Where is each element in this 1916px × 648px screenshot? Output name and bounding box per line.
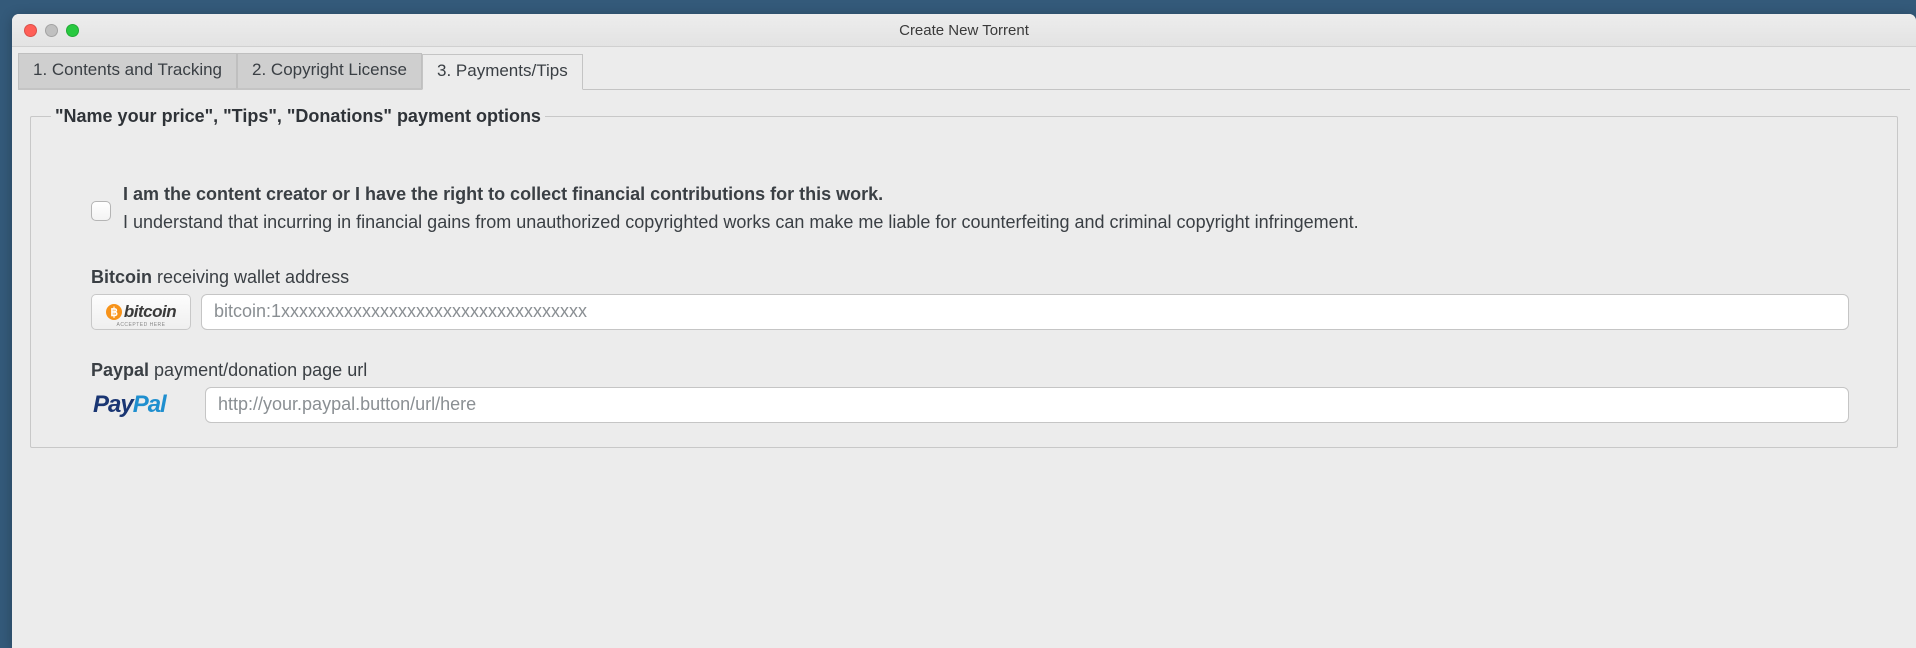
bitcoin-label-rest: receiving wallet address bbox=[152, 267, 349, 287]
paypal-label: Paypal payment/donation page url bbox=[91, 360, 1849, 381]
paypal-badge: PayPal bbox=[91, 387, 195, 423]
affirmation-bold-line: I am the content creator or I have the r… bbox=[123, 181, 1359, 209]
bitcoin-icon: ฿ bbox=[106, 304, 122, 320]
titlebar: Create New Torrent bbox=[12, 14, 1916, 47]
bitcoin-field-block: Bitcoin receiving wallet address ฿bitcoi… bbox=[91, 267, 1849, 330]
tab-payments-tips[interactable]: 3. Payments/Tips bbox=[422, 54, 583, 90]
paypal-logo-icon: PayPal bbox=[93, 391, 166, 419]
payments-fieldset: "Name your price", "Tips", "Donations" p… bbox=[30, 106, 1898, 448]
fieldset-legend: "Name your price", "Tips", "Donations" p… bbox=[51, 106, 545, 127]
bitcoin-badge: ฿bitcoin ACCEPTED HERE bbox=[91, 294, 191, 330]
window-zoom-button[interactable] bbox=[66, 24, 79, 37]
paypal-label-rest: payment/donation page url bbox=[149, 360, 367, 380]
window-title: Create New Torrent bbox=[12, 22, 1916, 39]
affirmation-row: I am the content creator or I have the r… bbox=[91, 181, 1849, 237]
traffic-lights bbox=[24, 24, 79, 37]
bitcoin-address-input[interactable] bbox=[201, 294, 1849, 330]
create-torrent-window: Create New Torrent 1. Contents and Track… bbox=[12, 14, 1916, 648]
bitcoin-badge-subtext: ACCEPTED HERE bbox=[116, 322, 165, 328]
paypal-field-block: Paypal payment/donation page url PayPal bbox=[91, 360, 1849, 423]
tab-contents-and-tracking[interactable]: 1. Contents and Tracking bbox=[18, 53, 237, 89]
tab-content: "Name your price", "Tips", "Donations" p… bbox=[12, 90, 1916, 648]
paypal-url-input[interactable] bbox=[205, 387, 1849, 423]
paypal-input-row: PayPal bbox=[91, 387, 1849, 423]
bitcoin-label: Bitcoin receiving wallet address bbox=[91, 267, 1849, 288]
tab-copyright-license[interactable]: 2. Copyright License bbox=[237, 53, 422, 89]
bitcoin-label-strong: Bitcoin bbox=[91, 267, 152, 287]
affirmation-text: I am the content creator or I have the r… bbox=[123, 181, 1359, 237]
tabstrip: 1. Contents and Tracking 2. Copyright Li… bbox=[12, 47, 1916, 89]
window-close-button[interactable] bbox=[24, 24, 37, 37]
affirmation-rest: I understand that incurring in financial… bbox=[123, 212, 1359, 232]
bitcoin-input-row: ฿bitcoin ACCEPTED HERE bbox=[91, 294, 1849, 330]
affirmation-checkbox[interactable] bbox=[91, 201, 111, 221]
paypal-label-strong: Paypal bbox=[91, 360, 149, 380]
window-minimize-button[interactable] bbox=[45, 24, 58, 37]
bitcoin-badge-text: bitcoin bbox=[124, 302, 176, 322]
